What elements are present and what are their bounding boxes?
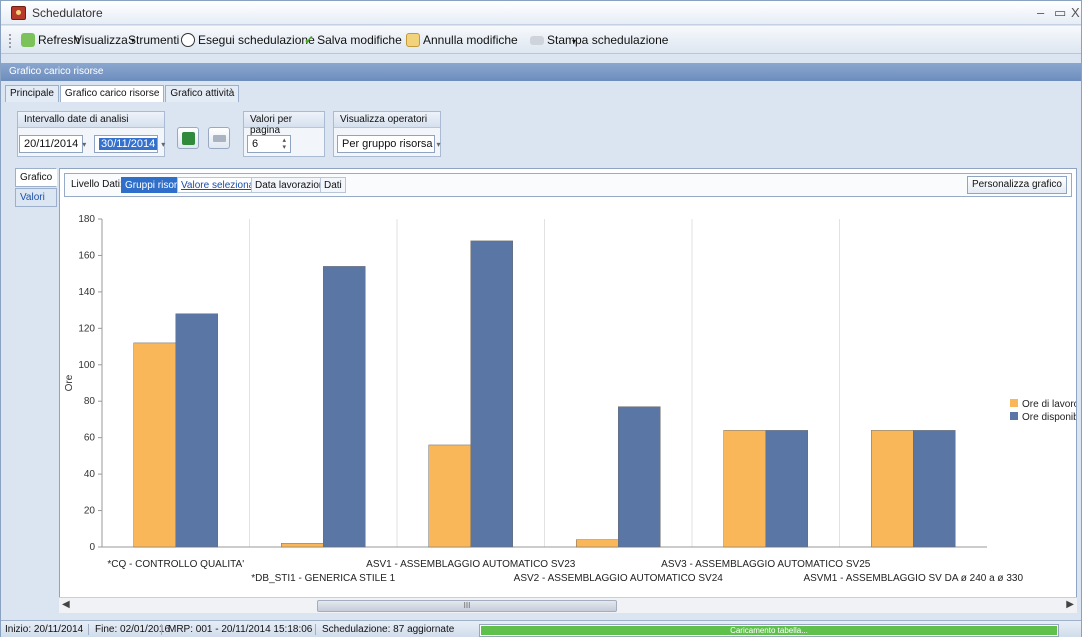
- window-title: Schedulatore: [32, 6, 103, 20]
- x-tick-label: ASV3 - ASSEMBLAGGIO AUTOMATICO SV25: [661, 559, 871, 570]
- per-page-label: Valori per pagina: [244, 112, 324, 136]
- operators-select[interactable]: Per gruppo risorsa ▾: [337, 135, 441, 153]
- x-tick-label: ASV1 - ASSEMBLAGGIO AUTOMATICO SV23: [366, 559, 576, 570]
- annulla-modifiche-button[interactable]: Annulla modifiche: [406, 33, 518, 47]
- scroll-right-icon[interactable]: ▶: [1066, 599, 1074, 610]
- y-tick-label: 160: [78, 250, 95, 261]
- per-page-spinner[interactable]: 6 ▴ ▾: [247, 135, 291, 153]
- maximize-button[interactable]: ▭: [1054, 5, 1066, 21]
- minimize-button[interactable]: –: [1037, 5, 1044, 20]
- y-tick-label: 20: [84, 506, 96, 517]
- legend-swatch: [1010, 412, 1018, 420]
- chevron-down-icon: ▾: [436, 140, 441, 149]
- date-to-picker[interactable]: 30/11/2014 ▾: [94, 135, 165, 153]
- customize-chart-button[interactable]: Personalizza grafico: [966, 176, 1067, 194]
- status-mrp: MRP: 001 - 20/11/2014 15:18:06: [161, 624, 312, 635]
- visualizza-menu[interactable]: Visualizza ▾: [74, 33, 135, 47]
- close-button[interactable]: X: [1071, 5, 1080, 20]
- title-bar: Schedulatore – ▭ X: [1, 1, 1081, 25]
- salva-modifiche-button[interactable]: ✓ Salva modifiche: [304, 33, 402, 47]
- x-tick-label: ASVM1 - ASSEMBLAGGIO SV DA ø 240 a ø 330: [803, 573, 1023, 584]
- print-button[interactable]: [208, 127, 230, 149]
- y-tick-label: 60: [84, 433, 96, 444]
- loading-progress-bar: Caricamento tabella...: [479, 624, 1059, 637]
- legend-label: Ore disponibili: [1022, 412, 1076, 423]
- tab-strip: Principale Grafico carico risorse Grafic…: [5, 85, 240, 102]
- data-level-bar: Livello Dati: Gruppi risorsa Valore sele…: [64, 173, 1072, 197]
- bar: [323, 266, 366, 548]
- toolbar-overflow-icon[interactable]: ▾: [572, 37, 576, 46]
- refresh-button[interactable]: Refresh: [21, 33, 80, 47]
- checkmark-icon: ✓: [304, 33, 315, 47]
- x-tick-label: ASV2 - ASSEMBLAGGIO AUTOMATICO SV24: [514, 573, 724, 584]
- progress-text: Caricamento tabella...: [730, 626, 808, 635]
- legend-label: Ore di lavoro: [1022, 399, 1076, 410]
- x-tick-label: *CQ - CONTROLLO QUALITA': [107, 559, 244, 570]
- bar: [913, 430, 956, 548]
- chart-panel: Livello Dati: Gruppi risorsa Valore sele…: [59, 168, 1077, 608]
- bar: [470, 240, 513, 548]
- refresh-icon: [21, 33, 35, 47]
- chevron-down-icon: ▾: [161, 140, 166, 149]
- bar: [765, 430, 808, 548]
- y-tick-label: 40: [84, 469, 96, 480]
- clock-icon: [181, 33, 195, 47]
- tab-grafico-carico-risorse[interactable]: Grafico carico risorse: [59, 85, 165, 102]
- bar: [871, 430, 914, 548]
- esegui-schedulazione-button[interactable]: Esegui schedulazione: [181, 33, 315, 47]
- bar: [723, 430, 766, 548]
- bar: [428, 444, 471, 548]
- date-from-picker[interactable]: 20/11/2014 ▾: [19, 135, 87, 153]
- tab-principale[interactable]: Principale: [5, 85, 59, 102]
- y-tick-label: 0: [89, 542, 95, 553]
- bar: [281, 543, 324, 548]
- app-icon: [11, 6, 26, 20]
- spinner-arrows-icon[interactable]: ▴ ▾: [282, 137, 286, 151]
- undo-document-icon: [406, 33, 420, 47]
- side-tabs: Grafico Valori: [15, 168, 57, 208]
- excel-icon: [182, 132, 195, 145]
- excel-export-button[interactable]: [177, 127, 199, 149]
- panel-header: Grafico carico risorse: [1, 63, 1081, 81]
- scroll-left-icon[interactable]: ◀: [62, 599, 70, 610]
- operators-label: Visualizza operatori: [334, 112, 440, 128]
- tab-grafico-attivita[interactable]: Grafico attività: [165, 85, 240, 102]
- level-dati[interactable]: Dati: [320, 177, 346, 193]
- printer-icon: [530, 35, 544, 45]
- status-bar: Inizio: 20/11/2014 Fine: 02/01/2016 MRP:…: [1, 620, 1081, 637]
- status-inizio: Inizio: 20/11/2014: [5, 624, 84, 635]
- date-interval-label: Intervallo date di analisi: [18, 112, 164, 128]
- toolbar-grip[interactable]: [9, 34, 12, 48]
- status-schedulazione: Schedulazione: 87 aggiornate: [315, 624, 454, 635]
- side-tab-valori[interactable]: Valori: [15, 188, 57, 207]
- stampa-schedulazione-button[interactable]: Stampa schedulazione: [530, 33, 668, 47]
- bar: [133, 342, 176, 548]
- app-window: Schedulatore – ▭ X Refresh Visualizza ▾ S…: [0, 0, 1082, 637]
- y-tick-label: 140: [78, 287, 95, 298]
- data-level-label: Livello Dati:: [71, 179, 123, 190]
- y-axis-label: Ore: [64, 374, 75, 391]
- bar: [175, 313, 218, 548]
- strumenti-menu[interactable]: Strumenti▾: [128, 33, 186, 47]
- y-tick-label: 120: [78, 323, 95, 334]
- legend-swatch: [1010, 399, 1018, 407]
- bar-chart: 0 20 40 60 80 100 120 140 160 180 Ore *CQ - CONTROL…: [64, 214, 1076, 584]
- chevron-down-icon: ▾: [82, 140, 87, 149]
- printer-icon: [213, 135, 226, 142]
- y-tick-label: 80: [84, 396, 96, 407]
- horizontal-scrollbar[interactable]: ◀ III ▶: [59, 597, 1077, 613]
- toolbar: Refresh Visualizza▾ Strumenti▾ Esegui sc…: [1, 26, 1081, 54]
- bar: [576, 539, 619, 548]
- side-tab-grafico[interactable]: Grafico: [15, 168, 57, 187]
- y-tick-label: 100: [78, 360, 95, 371]
- status-fine: Fine: 02/01/2016: [88, 624, 170, 635]
- y-tick-label: 180: [78, 214, 95, 225]
- bar: [618, 406, 661, 548]
- scrollbar-thumb[interactable]: III: [317, 600, 617, 612]
- x-tick-label: *DB_STI1 - GENERICA STILE 1: [251, 573, 395, 584]
